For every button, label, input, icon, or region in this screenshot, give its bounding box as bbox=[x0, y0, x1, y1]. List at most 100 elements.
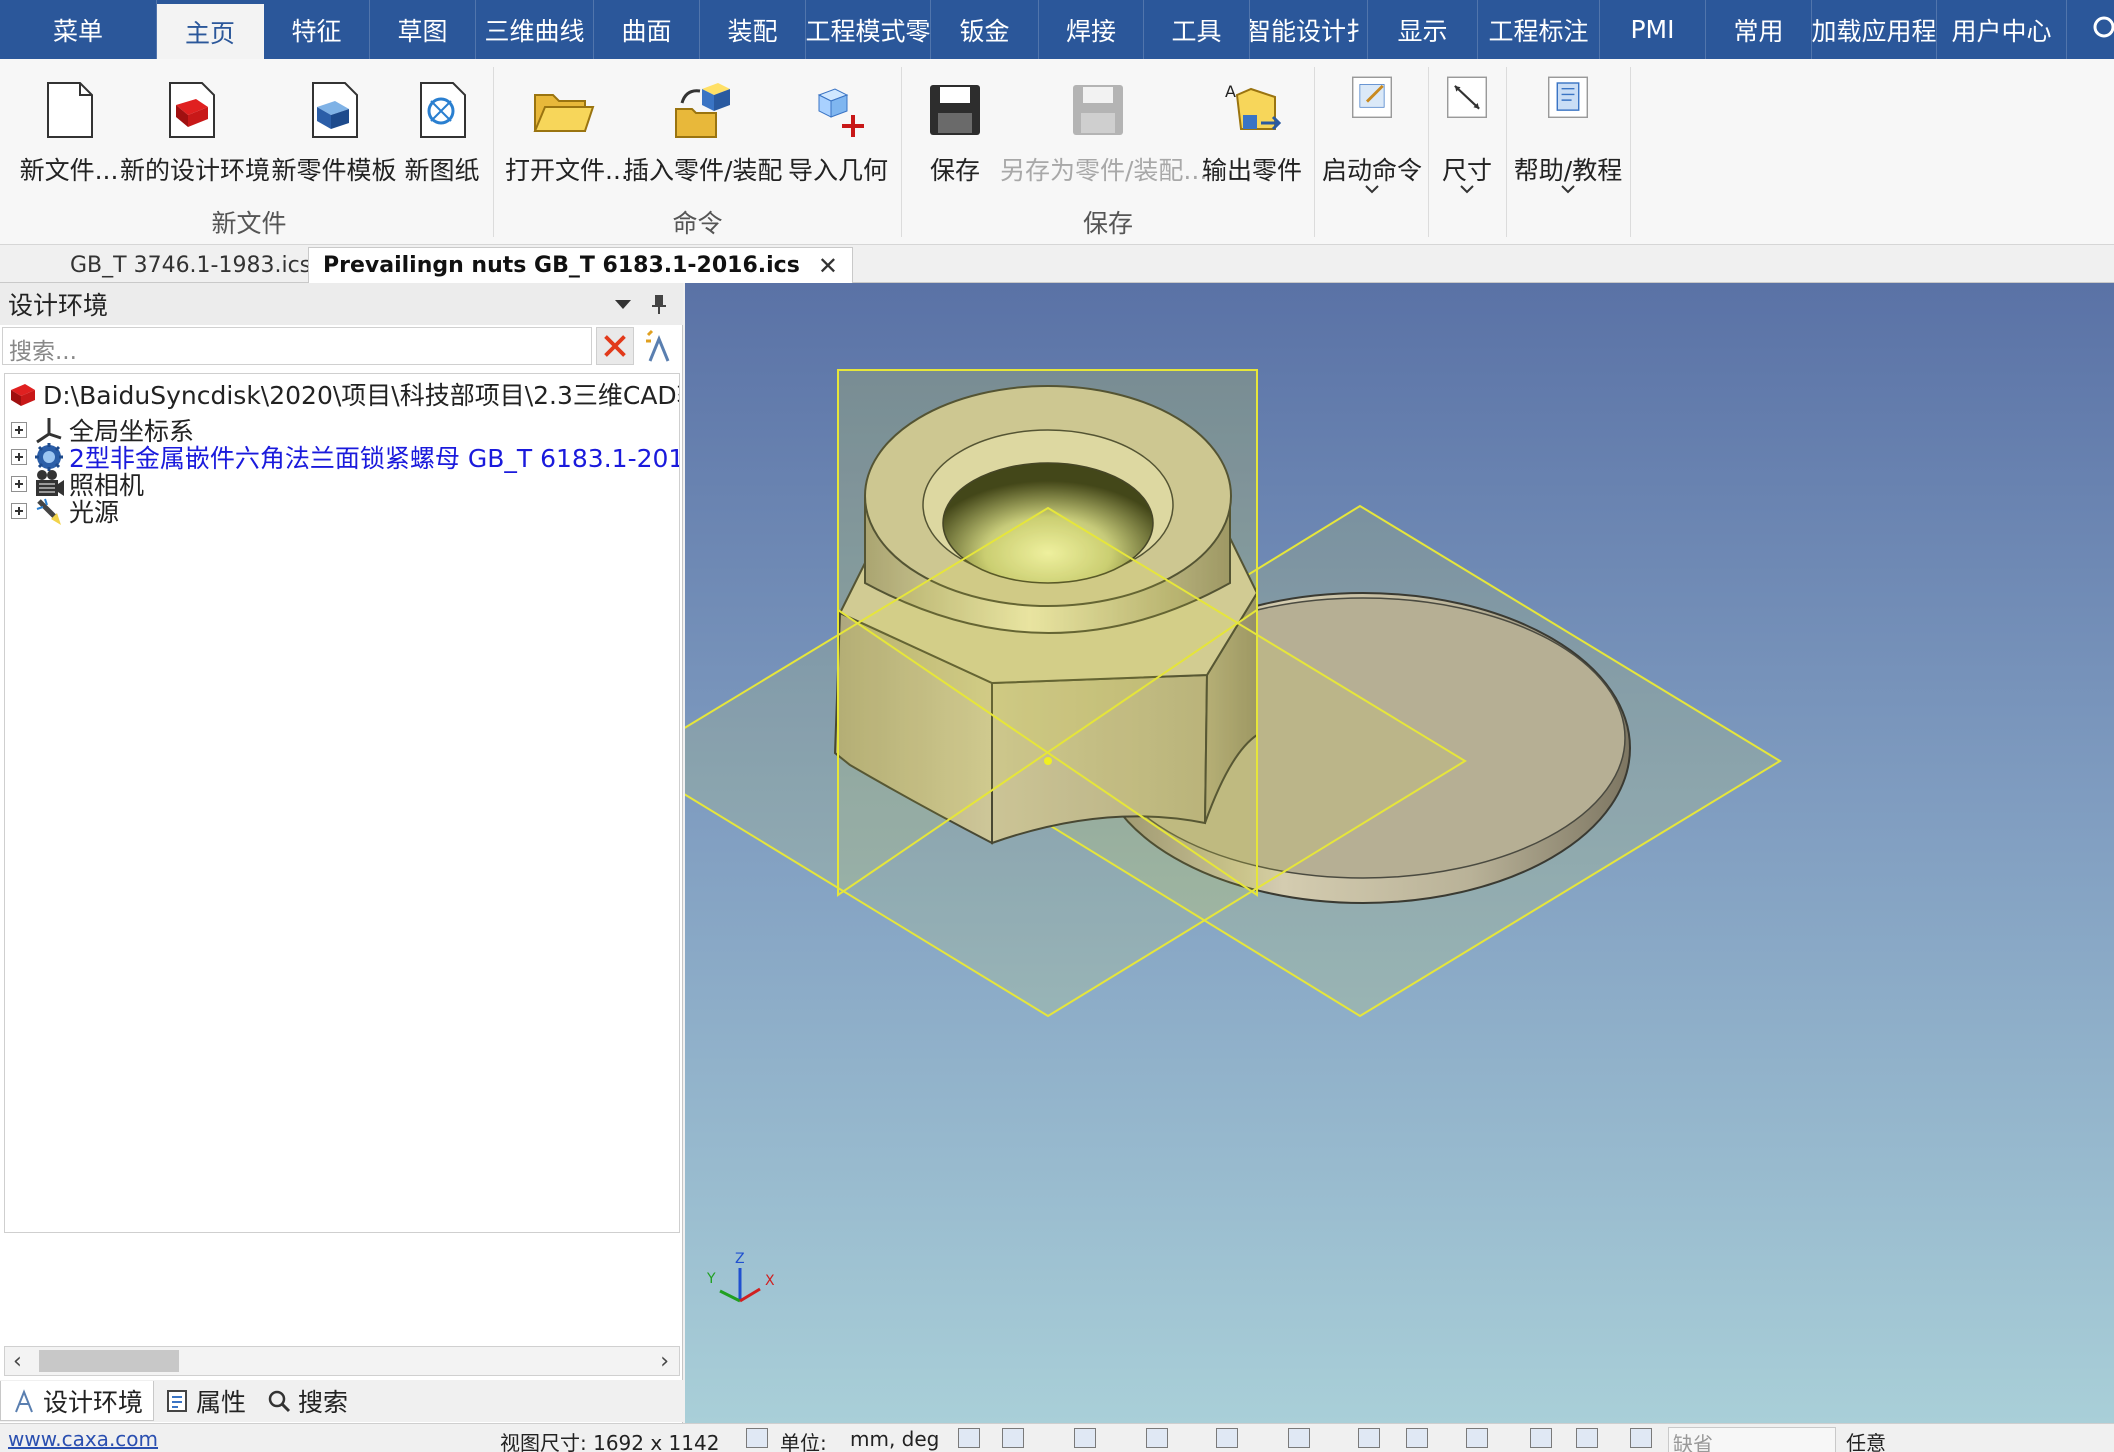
axis-label-y: Y bbox=[706, 1271, 716, 1287]
shading-icon[interactable] bbox=[1146, 1428, 1168, 1448]
group-separator bbox=[1630, 67, 1631, 237]
view-orientation-icon[interactable] bbox=[1002, 1428, 1024, 1448]
new-part-template-button[interactable]: 新零件模板 bbox=[271, 69, 397, 197]
tree-item-label: 2型非金属嵌件六角法兰面锁紧螺母 GB_T 6183.1-2016 bbox=[69, 444, 680, 473]
new-drawing-button[interactable]: 新图纸 bbox=[402, 69, 482, 197]
design-tree: D:\BaiduSyncdisk\2020\项目\科技部项目\2.3三维CAD软… bbox=[4, 373, 680, 1233]
expand-icon[interactable] bbox=[11, 422, 27, 438]
tab-sketch[interactable]: 草图 bbox=[370, 0, 476, 59]
tab-tools[interactable]: 工具 bbox=[1144, 0, 1250, 59]
tab-surface[interactable]: 曲面 bbox=[594, 0, 700, 59]
rotate-view-icon[interactable] bbox=[1288, 1428, 1310, 1448]
chevron-down-icon bbox=[1365, 185, 1379, 194]
tree-root[interactable]: D:\BaiduSyncdisk\2020\项目\科技部项目\2.3三维CAD软… bbox=[7, 376, 679, 412]
tab-search[interactable]: 搜索 bbox=[256, 1381, 358, 1421]
import-geometry-icon bbox=[817, 88, 864, 137]
dropdown-arrow-icon[interactable] bbox=[610, 291, 636, 317]
tab-load-apps[interactable]: 加载应用程 bbox=[1812, 0, 1937, 59]
tab-welding[interactable]: 焊接 bbox=[1039, 0, 1144, 59]
tab-design-environment[interactable]: 设计环境 bbox=[0, 1381, 155, 1421]
tab-label: 智能设计扌 bbox=[1250, 16, 1368, 46]
scroll-right-icon[interactable]: › bbox=[660, 1349, 669, 1374]
tab-label: 装配 bbox=[727, 16, 778, 46]
tree-horizontal-scrollbar[interactable]: ‹ › bbox=[4, 1346, 680, 1376]
zoom-box-icon[interactable] bbox=[1466, 1428, 1488, 1448]
scene-canvas[interactable]: Z Y X bbox=[685, 283, 2114, 1423]
document-tab-gb-t-3746[interactable]: GB_T 3746.1-1983.ics bbox=[56, 247, 325, 283]
insert-part-icon bbox=[675, 83, 730, 138]
display-box-icon[interactable] bbox=[1216, 1428, 1238, 1448]
pin-icon[interactable] bbox=[646, 291, 672, 317]
tab-label: 三维曲线 bbox=[484, 16, 585, 46]
export-part-button[interactable]: A 输出零件 bbox=[1200, 69, 1304, 197]
chevron-down-icon bbox=[1460, 185, 1474, 194]
3d-viewport[interactable]: Z Y X bbox=[685, 283, 2114, 1423]
pan-view-icon[interactable] bbox=[1406, 1428, 1428, 1448]
render-mode-icon[interactable] bbox=[1074, 1428, 1096, 1448]
new-file-button[interactable]: 新文件... bbox=[16, 69, 122, 197]
clear-search-icon[interactable] bbox=[596, 327, 634, 365]
tab-common[interactable]: 常用 bbox=[1706, 0, 1812, 59]
tab-label: 搜索 bbox=[298, 1388, 349, 1417]
document-tab-prevailing-nuts[interactable]: Prevailingn nuts GB_T 6183.1-2016.ics ✕ bbox=[308, 247, 853, 283]
button-label: 新零件模板 bbox=[271, 156, 397, 185]
tab-user-center[interactable]: 用户中心 bbox=[1937, 0, 2067, 59]
expand-icon[interactable] bbox=[11, 503, 27, 519]
select-cursor-icon[interactable] bbox=[1576, 1428, 1598, 1448]
tab-label: 工程标注 bbox=[1488, 16, 1589, 46]
pick-filter-icon[interactable] bbox=[1630, 1428, 1652, 1448]
close-icon[interactable]: ✕ bbox=[818, 252, 838, 280]
scroll-left-icon[interactable]: ‹ bbox=[13, 1349, 22, 1374]
import-geometry-button[interactable]: 导入几何 bbox=[786, 69, 890, 197]
selection-mode-select[interactable]: 任意 bbox=[1846, 1427, 1886, 1452]
insert-part-button[interactable]: 插入零件/装配 bbox=[624, 69, 782, 197]
save-as-button[interactable]: 另存为零件/装配... bbox=[1000, 69, 1207, 197]
tab-assembly[interactable]: 装配 bbox=[700, 0, 806, 59]
search-options-icon[interactable] bbox=[640, 327, 678, 365]
tab-engineering-mode[interactable]: 工程模式零 bbox=[806, 0, 931, 59]
help-tutorial-button[interactable]: 帮助/教程 bbox=[1512, 69, 1624, 197]
tab-label: 菜单 bbox=[52, 16, 103, 46]
tab-label: 草图 bbox=[397, 16, 448, 46]
open-file-button[interactable]: 打开文件... bbox=[505, 69, 629, 197]
expand-icon[interactable] bbox=[11, 449, 27, 465]
tab-3d-curve[interactable]: 三维曲线 bbox=[476, 0, 594, 59]
button-label: 帮助/教程 bbox=[1513, 156, 1623, 185]
save-button[interactable]: 保存 bbox=[912, 69, 998, 197]
search-icon[interactable] bbox=[2084, 0, 2114, 59]
expand-icon[interactable] bbox=[11, 476, 27, 492]
group-label-command: 命令 bbox=[672, 209, 723, 238]
tab-feature[interactable]: 特征 bbox=[264, 0, 370, 59]
tab-label: 工具 bbox=[1171, 16, 1222, 46]
group-separator bbox=[901, 67, 902, 237]
tab-properties[interactable]: 属性 bbox=[154, 1381, 256, 1421]
section-view-icon[interactable] bbox=[1358, 1428, 1380, 1448]
dimension-button[interactable]: 尺寸 bbox=[1434, 69, 1500, 197]
tree-search-input[interactable]: 搜索... bbox=[2, 327, 592, 365]
selection-filter-select[interactable]: 缺省 bbox=[1668, 1427, 1836, 1452]
tab-home[interactable]: 主页 bbox=[157, 4, 264, 59]
origin-point[interactable] bbox=[1044, 757, 1052, 765]
website-link[interactable]: www.caxa.com bbox=[8, 1427, 158, 1451]
units-label: 单位: bbox=[780, 1431, 827, 1452]
launch-command-button[interactable]: 启动命令 bbox=[1322, 69, 1422, 197]
tab-smart-design[interactable]: 智能设计扌 bbox=[1250, 0, 1368, 59]
tab-sheet-metal[interactable]: 钣金 bbox=[931, 0, 1039, 59]
tab-label: 显示 bbox=[1397, 16, 1448, 46]
button-label: 导入几何 bbox=[787, 156, 888, 185]
scrollbar-thumb[interactable] bbox=[39, 1350, 179, 1372]
tab-menu[interactable]: 菜单 bbox=[0, 0, 157, 59]
tab-engineering-annotation[interactable]: 工程标注 bbox=[1478, 0, 1600, 59]
new-design-env-button[interactable]: 新的设计环境 bbox=[120, 69, 270, 197]
status-bar: www.caxa.com 视图尺寸: 1692 x 1142 单位: mm, d… bbox=[0, 1423, 2114, 1452]
undo-view-icon[interactable] bbox=[1530, 1428, 1552, 1448]
document-tab-label: GB_T 3746.1-1983.ics bbox=[70, 252, 312, 278]
export-part-icon: A bbox=[1225, 82, 1282, 131]
snap-icon[interactable] bbox=[958, 1428, 980, 1448]
floppy-disk-disabled-icon bbox=[1073, 85, 1123, 135]
tree-item-light[interactable]: 光源 bbox=[11, 493, 119, 529]
tab-display[interactable]: 显示 bbox=[1368, 0, 1478, 59]
tab-pmi[interactable]: PMI bbox=[1600, 0, 1706, 59]
help-book-icon bbox=[1548, 76, 1588, 118]
units-value[interactable]: mm, deg bbox=[850, 1427, 939, 1451]
